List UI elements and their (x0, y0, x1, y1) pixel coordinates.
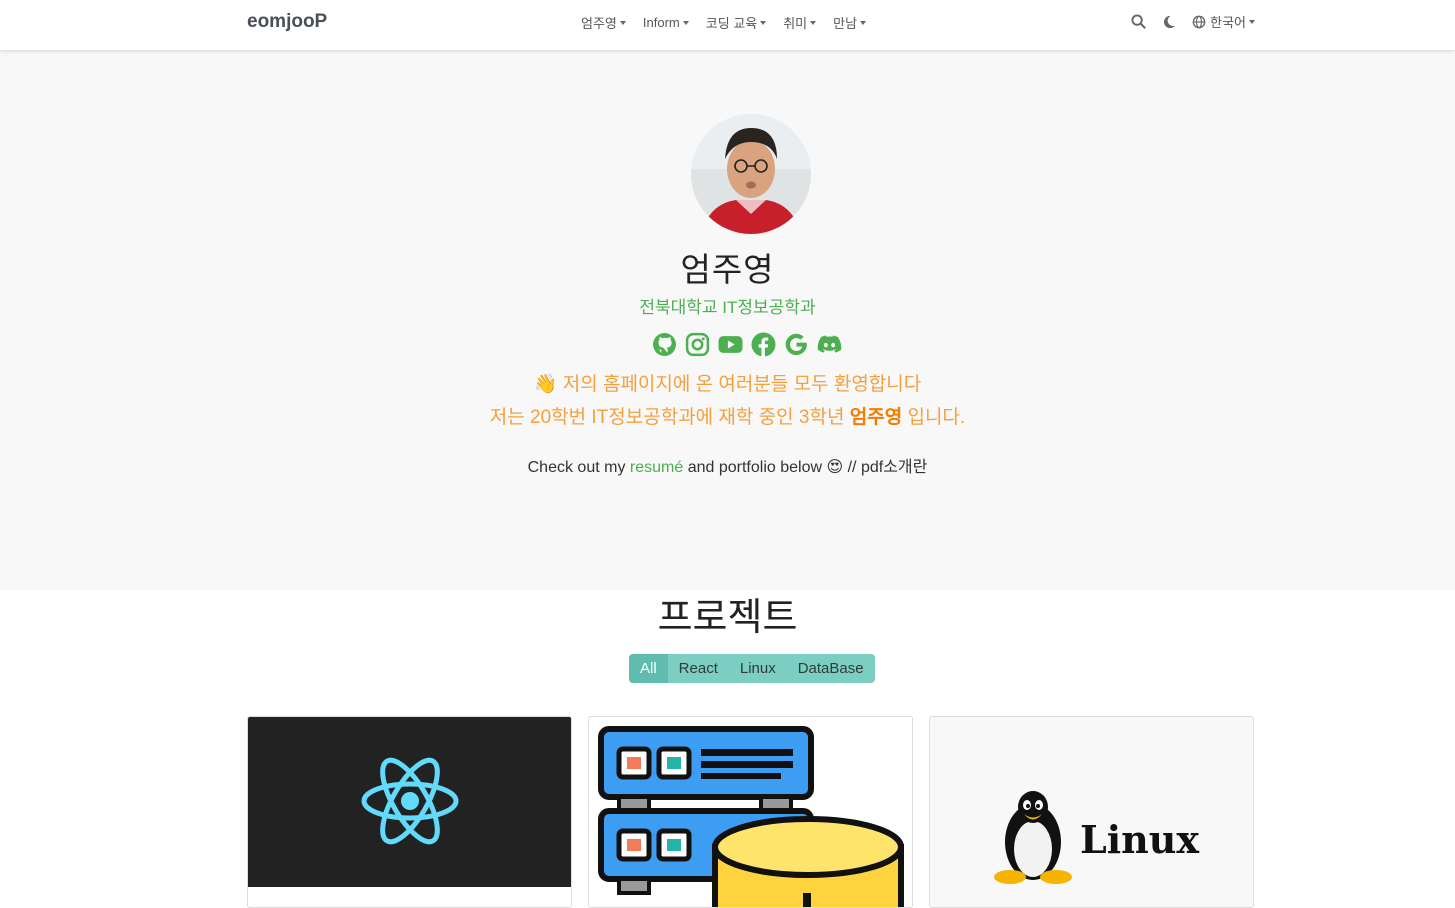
linux-logo-text: Linux (1080, 817, 1200, 862)
nav-tools: 한국어 (1115, 12, 1255, 31)
resume-link[interactable]: resumé (630, 459, 683, 476)
dark-mode-toggle[interactable] (1162, 15, 1176, 29)
menu-item-eomjooyoung[interactable]: 엄주영 (581, 13, 626, 32)
caret-down-icon (810, 21, 817, 25)
greeting-line-2: 저는 20학번 IT정보공학과에 재학 중인 3학년 엄주영 입니다. (0, 402, 1455, 429)
menu-label: 코딩 교육 (705, 16, 758, 31)
projects-title: 프로젝트 (657, 597, 798, 639)
filter-linux-button[interactable]: Linux (729, 654, 787, 683)
menu-label: 엄주영 (581, 16, 617, 31)
filter-database-button[interactable]: DataBase (787, 654, 875, 683)
caret-down-icon (760, 21, 767, 25)
menu-label: 취미 (783, 16, 808, 31)
language-label: 한국어 (1210, 15, 1246, 30)
greeting-name: 엄주영 (849, 407, 903, 428)
caret-down-icon (860, 21, 867, 25)
filter-all-button[interactable]: All (629, 654, 668, 683)
tux-penguin-icon (994, 791, 1072, 884)
facebook-icon[interactable] (751, 332, 776, 357)
social-links (652, 332, 850, 357)
greeting-text: 입니다. (907, 407, 966, 428)
greeting-line-1: 👋 저의 홈페이지에 온 여러분들 모두 환영합니다 (0, 369, 1455, 396)
globe-icon (1192, 15, 1206, 28)
menu-item-inform[interactable]: Inform (643, 13, 689, 32)
google-icon[interactable] (784, 332, 809, 357)
profile-name: 엄주영 (680, 251, 775, 288)
caret-down-icon (619, 21, 626, 25)
callout-text: and portfolio below (687, 459, 823, 476)
callout-text: // pdf소개란 (847, 459, 928, 476)
menu-item-meeting[interactable]: 만남 (833, 13, 867, 32)
database-icon (589, 717, 912, 907)
menu-label: Inform (642, 15, 680, 30)
project-card-react[interactable] (247, 716, 572, 908)
greeting-text: 저의 홈페이지에 온 여러분들 모두 환영합니다 (562, 374, 922, 395)
project-card-database[interactable] (588, 716, 913, 908)
top-navbar: eomjooP 엄주영 Inform 코딩 교육 취미 만남 한국어 (0, 0, 1455, 50)
waving-hand-icon: 👋 (533, 374, 558, 395)
greeting-text: 저는 20학번 IT정보공학과에 재학 중인 3학년 (489, 407, 845, 428)
site-brand[interactable]: eomjooP (247, 11, 327, 33)
main-menu: 엄주영 Inform 코딩 교육 취미 만남 (581, 13, 883, 32)
instagram-icon[interactable] (685, 332, 710, 357)
profile-affiliation: 전북대학교 IT정보공학과 (639, 298, 816, 317)
resume-callout: Check out my resumé and portfolio below … (0, 453, 1455, 477)
github-icon[interactable] (652, 332, 677, 357)
discord-icon[interactable] (817, 332, 842, 357)
project-filter-group: All React Linux DataBase (629, 654, 875, 683)
menu-item-hobby[interactable]: 취미 (783, 13, 817, 32)
react-logo-icon (248, 717, 571, 887)
moon-icon (1164, 15, 1176, 28)
caret-down-icon (682, 21, 689, 25)
heart-eyes-icon: 😍 (826, 459, 844, 476)
youtube-icon[interactable] (718, 332, 743, 357)
caret-down-icon (1249, 20, 1255, 24)
filter-react-button[interactable]: React (668, 654, 729, 683)
language-selector[interactable]: 한국어 (1192, 12, 1255, 31)
search-button[interactable] (1131, 14, 1146, 29)
menu-label: 만남 (833, 16, 858, 31)
project-card-linux[interactable]: Linux (929, 716, 1254, 908)
menu-item-coding-education[interactable]: 코딩 교육 (705, 13, 767, 32)
search-icon (1131, 14, 1146, 29)
callout-text: Check out my (527, 459, 626, 476)
avatar (691, 114, 811, 234)
